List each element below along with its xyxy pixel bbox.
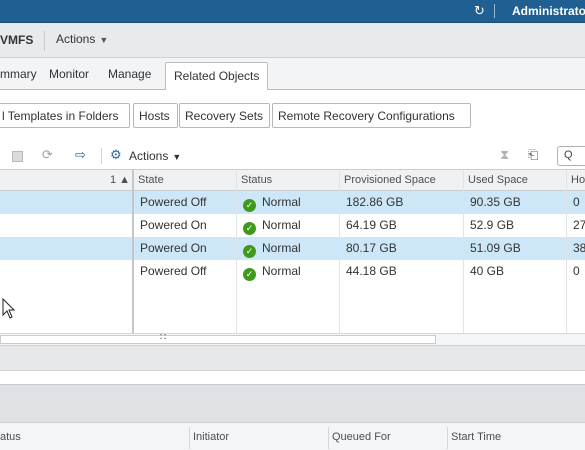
host-cell: 38: [567, 237, 585, 260]
used-cell: 51.09 GB: [464, 237, 567, 260]
chevron-down-icon: ▼: [172, 152, 182, 162]
table-row[interactable]: Powered On ✓ Normal 64.19 GB 52.9 GB 27: [0, 214, 585, 237]
frozen-column-border: [132, 170, 134, 333]
migrate-icon[interactable]: ⇨: [75, 148, 86, 162]
check-circle-icon: ✓: [243, 268, 256, 281]
column-header-used-space[interactable]: Used Space: [464, 170, 567, 191]
object-title-bar: VMFS Actions ▼: [0, 23, 585, 58]
table-row[interactable]: Powered Off ✓ Normal 44.18 GB 40 GB 0: [0, 260, 585, 283]
column-header-start-time[interactable]: Start Time: [451, 431, 501, 443]
status-text: Normal: [262, 241, 301, 255]
panel-gap: [0, 371, 585, 384]
check-circle-icon: ✓: [243, 222, 256, 235]
table-row[interactable]: Powered On ✓ Normal 80.17 GB 51.09 GB 38: [0, 237, 585, 260]
host-cell: 27: [567, 214, 585, 237]
provisioned-cell: 182.86 GB: [340, 191, 464, 214]
host-cell: 0: [567, 191, 585, 214]
status-cell: ✓ Normal: [237, 237, 340, 260]
filter-search-input[interactable]: Q: [557, 146, 585, 166]
title-divider: [44, 31, 45, 51]
toolbar-actions-menu[interactable]: Actions ▼: [129, 149, 181, 163]
used-cell: 52.9 GB: [464, 214, 567, 237]
toolbar-actions-label: Actions: [129, 149, 169, 163]
chevron-down-icon: ▼: [99, 35, 109, 45]
column-header-name[interactable]: 1 ▲: [0, 170, 134, 191]
state-cell: Powered On: [134, 237, 237, 260]
column-divider: [447, 427, 448, 449]
table-row[interactable]: Powered Off ✓ Normal 182.86 GB 90.35 GB 0: [0, 191, 585, 214]
status-text: Normal: [262, 195, 301, 209]
tab-manage[interactable]: Manage: [108, 67, 151, 81]
used-cell: 90.35 GB: [464, 191, 567, 214]
scrollbar-thumb[interactable]: [0, 335, 436, 344]
object-actions-menu[interactable]: Actions ▼: [56, 32, 108, 46]
status-text: Normal: [262, 218, 301, 232]
recent-tasks-panel-header: [0, 384, 585, 422]
column-header-queued-for[interactable]: Queued For: [332, 431, 391, 443]
export-icon[interactable]: ⎗: [528, 148, 538, 162]
stop-icon[interactable]: [12, 151, 23, 162]
drag-grip-icon[interactable]: ∷: [160, 332, 166, 343]
status-text: Normal: [262, 264, 301, 278]
mouse-cursor-icon: [2, 298, 16, 319]
column-header-host[interactable]: Ho: [567, 170, 585, 191]
column-divider: [189, 427, 190, 449]
column-header-provisioned-space[interactable]: Provisioned Space: [340, 170, 464, 191]
column-divider: [566, 170, 567, 333]
column-divider: [328, 427, 329, 449]
column-divider: [339, 170, 340, 333]
tab-monitor[interactable]: Monitor: [49, 67, 89, 81]
subtab-vm-templates[interactable]: l Templates in Folders: [0, 103, 130, 128]
filter-clear-icon[interactable]: ⧗: [500, 148, 509, 162]
vm-grid: 1 ▲ State Status Provisioned Space Used …: [0, 169, 585, 345]
related-objects-subtabs: l Templates in Folders Hosts Recovery Se…: [0, 90, 585, 132]
gear-icon: ⚙: [110, 147, 122, 162]
column-header-status[interactable]: atus: [0, 431, 21, 443]
state-cell: Powered Off: [134, 191, 237, 214]
horizontal-scrollbar[interactable]: ∷: [0, 332, 585, 345]
status-cell: ✓ Normal: [237, 260, 340, 283]
column-divider: [463, 170, 464, 333]
sort-indicator: 1 ▲: [109, 174, 130, 186]
column-header-state[interactable]: State: [134, 170, 237, 191]
check-circle-icon: ✓: [243, 199, 256, 212]
column-header-status[interactable]: Status: [237, 170, 340, 191]
subtab-remote-recovery-configurations[interactable]: Remote Recovery Configurations: [272, 103, 471, 128]
subtab-hosts[interactable]: Hosts: [133, 103, 178, 128]
sync-icon[interactable]: ⟳: [42, 148, 53, 162]
refresh-icon[interactable]: ↻: [474, 4, 488, 18]
main-tabs: mmary Monitor Manage Related Objects: [0, 58, 585, 91]
tasks-table-header: atus Initiator Queued For Start Time: [0, 422, 585, 450]
tab-related-objects[interactable]: Related Objects: [165, 62, 269, 91]
toolbar-separator: [101, 148, 102, 164]
top-header: ↻ Administrato: [0, 0, 585, 23]
tab-summary[interactable]: mmary: [0, 67, 37, 81]
object-actions-label: Actions: [56, 32, 96, 46]
host-cell: 0: [567, 260, 585, 283]
user-menu[interactable]: Administrato: [512, 4, 585, 18]
search-icon: Q: [564, 149, 573, 161]
used-cell: 40 GB: [464, 260, 567, 283]
header-separator: [494, 4, 495, 18]
provisioned-cell: 44.18 GB: [340, 260, 464, 283]
state-cell: Powered On: [134, 214, 237, 237]
grid-toolbar: ⟳ ⇨ ⚙ Actions ▼ ⧗ ⎗ Q: [0, 142, 585, 169]
collapsed-panel: [0, 345, 585, 371]
status-cell: ✓ Normal: [237, 191, 340, 214]
check-circle-icon: ✓: [243, 245, 256, 258]
state-cell: Powered Off: [134, 260, 237, 283]
column-header-initiator[interactable]: Initiator: [193, 431, 229, 443]
status-cell: ✓ Normal: [237, 214, 340, 237]
grid-header: 1 ▲ State Status Provisioned Space Used …: [0, 170, 585, 191]
column-divider: [236, 170, 237, 333]
subtab-recovery-sets[interactable]: Recovery Sets: [179, 103, 270, 128]
provisioned-cell: 80.17 GB: [340, 237, 464, 260]
object-name: VMFS: [0, 33, 34, 47]
provisioned-cell: 64.19 GB: [340, 214, 464, 237]
